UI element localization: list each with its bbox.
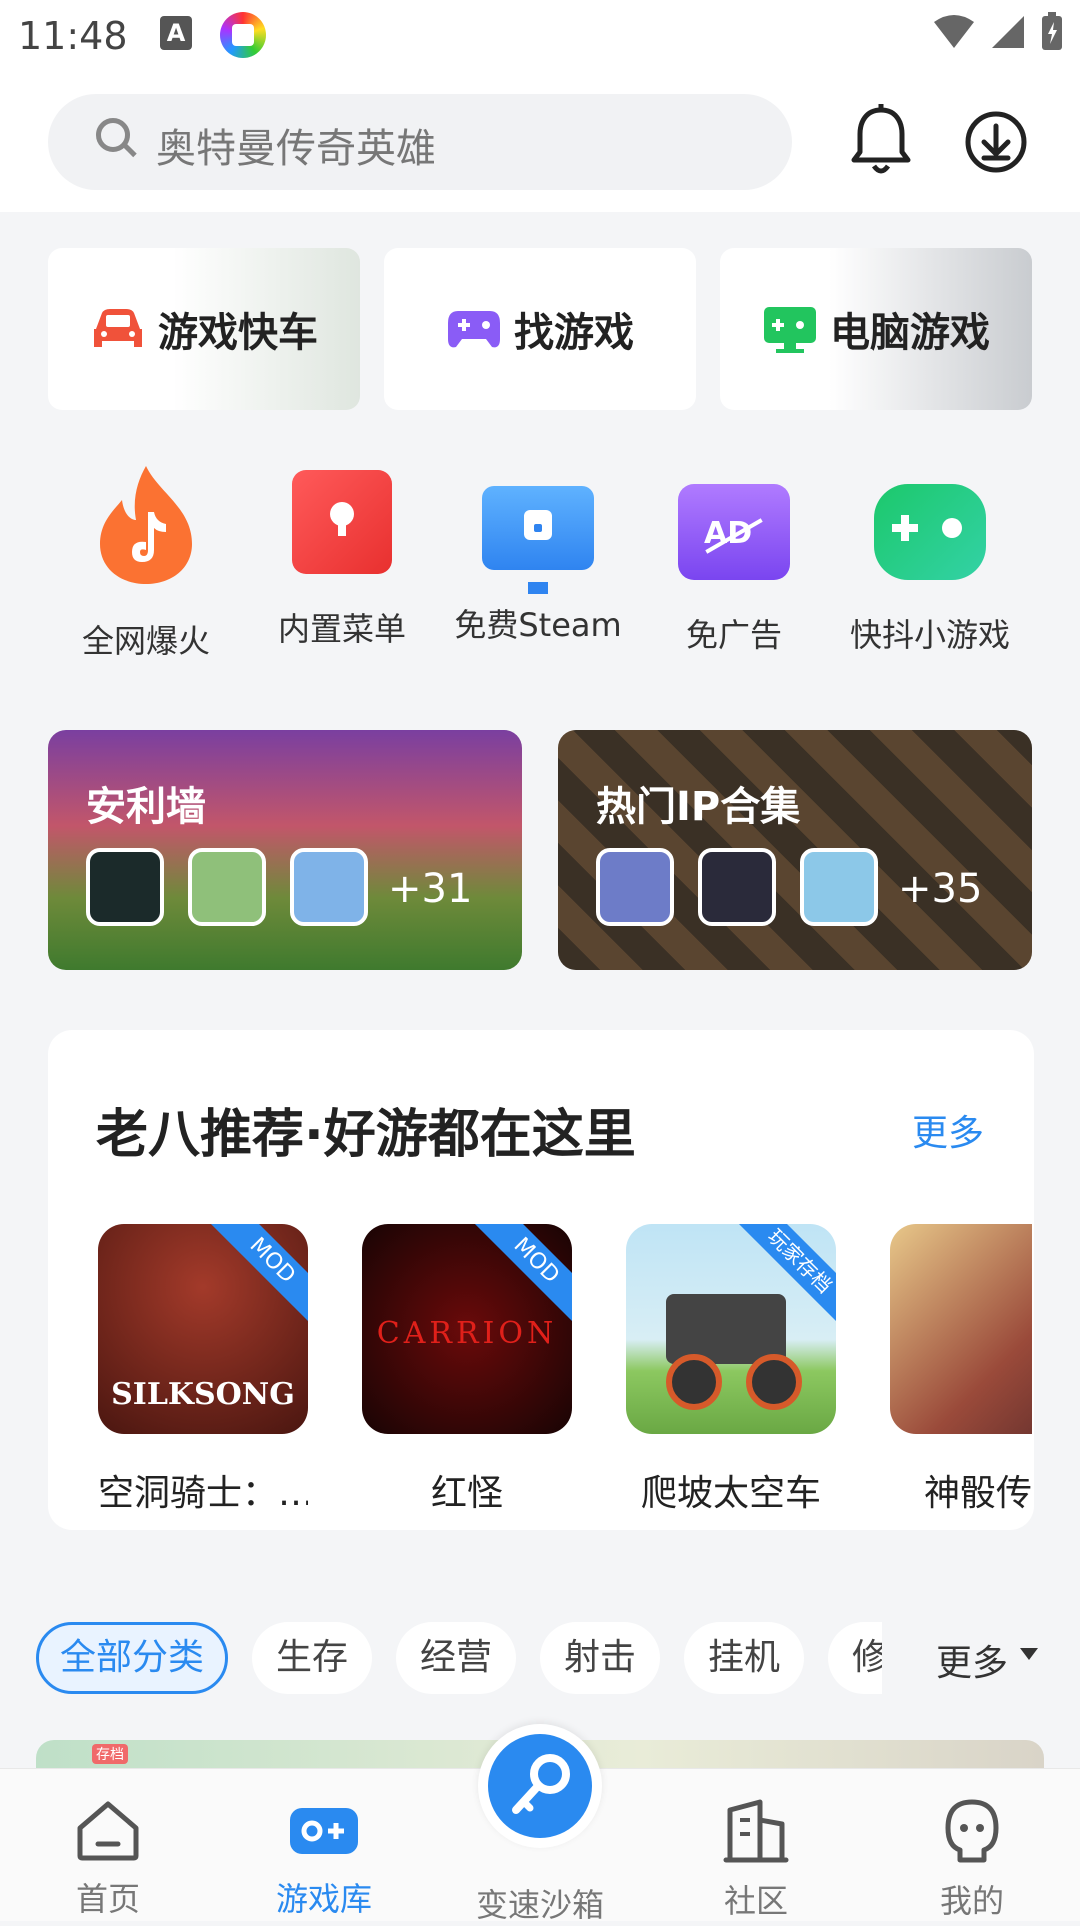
nav-label: 首页: [75, 1880, 140, 1918]
center-sandbox-button[interactable]: [478, 1724, 602, 1848]
card-label: 找游戏: [514, 310, 634, 356]
grid-item-built-in-menu[interactable]: 内置菜单: [244, 470, 440, 650]
fire-tiktok-icon: [88, 466, 204, 586]
grid-item-quick-mini-games[interactable]: 快抖小游戏: [832, 470, 1028, 656]
game-card[interactable]: 玩家存档 爬坡太空车: [626, 1224, 836, 1516]
game-name: 爬坡太空车: [640, 1473, 821, 1514]
community-icon: [723, 1799, 789, 1863]
grid-label: 内置菜单: [277, 610, 406, 648]
home-icon: [77, 1801, 139, 1861]
wifi-icon: [934, 15, 974, 48]
grid-label: 免广告: [685, 616, 782, 654]
cover-art-title: SILKSONG: [111, 1377, 295, 1412]
card-pc-games[interactable]: 电脑游戏: [720, 248, 1032, 410]
car-icon: [94, 309, 142, 347]
nav-label: 游戏库: [275, 1880, 372, 1918]
menu-icon: [292, 470, 392, 574]
key-icon: [488, 1734, 592, 1838]
dropdown-arrow-icon: [1020, 1648, 1038, 1660]
gamepad-icon: [874, 484, 986, 580]
ad-block-icon: AD: [678, 484, 790, 580]
status-indicators: [932, 12, 1064, 52]
category-idle[interactable]: 挂机: [684, 1622, 804, 1694]
wheel-shape: [746, 1354, 802, 1410]
search-icon: [96, 118, 130, 152]
game-cover: [890, 1224, 1032, 1434]
game-cover: CARRION MOD: [362, 1224, 572, 1434]
save-badge: 存档: [92, 1744, 128, 1764]
nav-label: 社区: [723, 1882, 788, 1920]
grid-item-no-ads[interactable]: AD 免广告: [636, 470, 832, 656]
signal-icon: [992, 16, 1024, 48]
nav-label: 我的: [939, 1882, 1004, 1920]
category-cultivation[interactable]: 修: [828, 1622, 882, 1694]
section-title: 老八推荐·好游都在这里: [96, 1105, 636, 1165]
banner-title: 安利墙: [86, 784, 206, 830]
game-thumb: [800, 848, 878, 926]
download-icon[interactable]: [964, 110, 1028, 174]
category-more[interactable]: 更多: [936, 1634, 1008, 1686]
category-all[interactable]: 全部分类: [36, 1622, 228, 1694]
card-label: 游戏快车: [158, 310, 318, 356]
mod-badge: MOD: [210, 1224, 308, 1323]
grid-item-trending[interactable]: 全网爆火: [48, 466, 244, 662]
game-name: 空洞骑士：…: [98, 1473, 308, 1514]
wheel-shape: [666, 1354, 722, 1410]
card-game-express[interactable]: 游戏快车: [48, 248, 360, 410]
game-thumb: [596, 848, 674, 926]
gamepad-icon: [448, 311, 500, 348]
category-survival[interactable]: 生存: [252, 1622, 372, 1694]
game-thumb: [290, 848, 368, 926]
game-card[interactable]: CARRION MOD 红怪: [362, 1224, 572, 1516]
monitor-icon: [482, 486, 594, 594]
more-link[interactable]: 更多: [912, 1104, 984, 1156]
cover-art-title: CARRION: [376, 1316, 558, 1351]
nav-speed-sandbox[interactable]: 变速沙箱: [460, 1872, 620, 1926]
app-a-icon: A: [160, 16, 192, 50]
banner-title: 热门IP合集: [596, 784, 801, 830]
nav-label: 变速沙箱: [475, 1886, 604, 1924]
nav-home[interactable]: 首页: [28, 1798, 188, 1920]
game-card[interactable]: 神骰传: [890, 1224, 1032, 1516]
card-label: 电脑游戏: [830, 310, 990, 356]
game-thumb: [698, 848, 776, 926]
nav-profile[interactable]: 我的: [892, 1798, 1052, 1922]
banner-recommend-wall[interactable]: 安利墙 +31: [48, 730, 522, 970]
nav-game-library[interactable]: 游戏库: [244, 1798, 404, 1920]
battery-icon: [1042, 12, 1062, 50]
game-thumb: [188, 848, 266, 926]
banner-count: +31: [388, 866, 473, 912]
game-thumb: [86, 848, 164, 926]
app-logo-icon: [220, 12, 266, 58]
game-name: 神骰传: [924, 1473, 1032, 1514]
game-name: 红怪: [430, 1473, 503, 1514]
grid-label: 免费Steam: [454, 606, 622, 644]
game-cover: 玩家存档: [626, 1224, 836, 1434]
game-card[interactable]: SILKSONG MOD 空洞骑士：…: [98, 1224, 308, 1516]
profile-icon: [945, 1799, 999, 1863]
category-management[interactable]: 经营: [396, 1622, 516, 1694]
grid-item-free-steam[interactable]: 免费Steam: [440, 470, 636, 646]
pc-gamepad-icon: [764, 307, 816, 353]
mod-badge: MOD: [474, 1224, 572, 1323]
status-time: 11:48: [18, 14, 128, 58]
grid-label: 快抖小游戏: [849, 616, 1010, 654]
banner-hot-ip[interactable]: 热门IP合集 +35: [558, 730, 1032, 970]
category-shooter[interactable]: 射击: [540, 1622, 660, 1694]
game-library-icon: [290, 1808, 358, 1854]
search-placeholder[interactable]: 奥特曼传奇英雄: [156, 116, 436, 174]
notification-bell-icon[interactable]: [850, 104, 912, 178]
nav-community[interactable]: 社区: [676, 1798, 836, 1922]
game-cover: SILKSONG MOD: [98, 1224, 308, 1434]
banner-count: +35: [898, 866, 983, 912]
grid-label: 全网爆火: [81, 622, 210, 660]
card-find-game[interactable]: 找游戏: [384, 248, 696, 410]
